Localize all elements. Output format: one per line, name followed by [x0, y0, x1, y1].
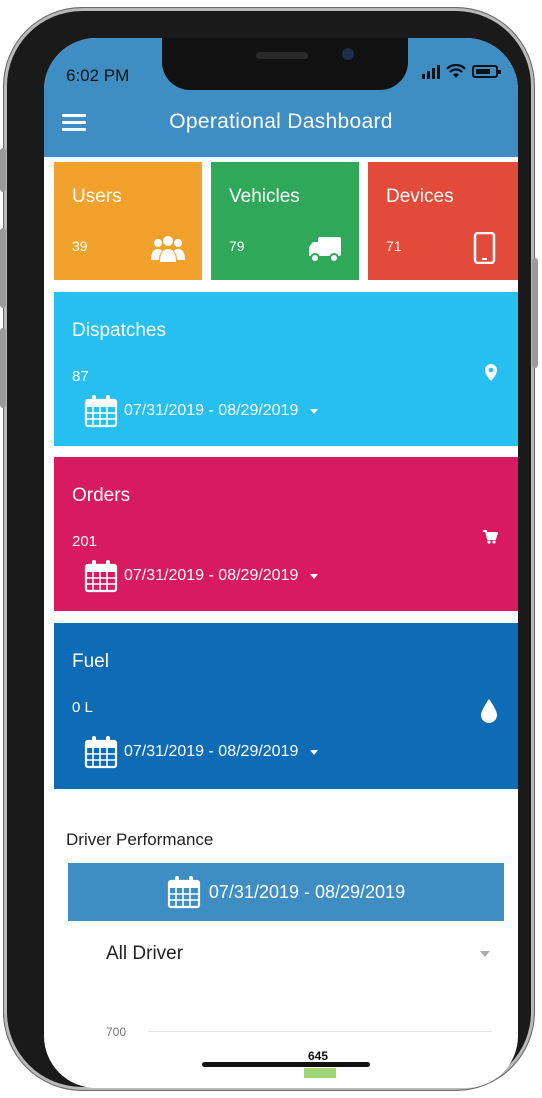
users-count: 39 [72, 238, 88, 254]
dispatches-count: 87 [72, 368, 89, 385]
devices-count: 71 [386, 238, 402, 254]
dispatches-date-picker[interactable]: 07/31/2019 - 08/29/2019 [84, 394, 319, 428]
fuel-amount: 0 L [72, 699, 93, 716]
status-icons [422, 64, 501, 79]
chevron-down-icon [310, 749, 319, 755]
devices-tile[interactable]: Devices 71 [368, 162, 518, 280]
app-header: 6:02 PM Operational Dashboard [44, 38, 518, 157]
vehicles-label: Vehicles [229, 186, 300, 207]
calendar-icon [84, 395, 118, 428]
dispatches-card[interactable]: Dispatches 87 07/31/2019 - 08/29/2019 [54, 292, 518, 446]
volume-up-button [0, 228, 6, 308]
users-label: Users [72, 186, 122, 207]
app-screen: 6:02 PM Operational Dashboard Users 39 V… [44, 38, 518, 1088]
cart-icon [483, 530, 498, 544]
orders-card[interactable]: Orders 201 07/31/2019 - 08/29/2019 [54, 457, 518, 611]
devices-label: Devices [386, 186, 454, 207]
speaker [256, 52, 308, 59]
chevron-down-icon [310, 408, 319, 414]
y-tick-label: 700 [106, 1025, 127, 1039]
notch [162, 38, 408, 90]
chart-bar [304, 1068, 336, 1078]
mute-switch [0, 148, 6, 192]
users-tile[interactable]: Users 39 [54, 162, 202, 280]
calendar-icon [84, 560, 118, 593]
status-time: 6:02 PM [66, 66, 130, 85]
battery-icon [472, 65, 501, 78]
driver-select[interactable]: All Driver [68, 934, 504, 974]
fuel-date-range: 07/31/2019 - 08/29/2019 [124, 743, 299, 760]
phone-frame: 6:02 PM Operational Dashboard Users 39 V… [0, 8, 538, 1090]
tablet-icon [473, 232, 496, 264]
driver-performance-date-range: 07/31/2019 - 08/29/2019 [208, 881, 406, 902]
fuel-date-picker[interactable]: 07/31/2019 - 08/29/2019 [84, 735, 319, 769]
fuel-label: Fuel [72, 651, 109, 672]
chevron-down-icon [480, 951, 490, 957]
vehicles-tile[interactable]: Vehicles 79 [211, 162, 359, 280]
volume-down-button [0, 328, 6, 408]
orders-count: 201 [72, 533, 98, 550]
map-pin-icon [485, 364, 497, 381]
home-indicator[interactable] [202, 1062, 370, 1067]
driver-performance-chart: 700 645 [68, 1013, 504, 1088]
orders-label: Orders [72, 485, 131, 506]
camera [342, 48, 354, 60]
driver-select-value: All Driver [106, 943, 184, 964]
fuel-card[interactable]: Fuel 0 L 07/31/2019 - 08/29/2019 [54, 623, 518, 789]
signal-icon [422, 64, 440, 79]
vehicles-count: 79 [229, 238, 245, 254]
drop-icon [481, 699, 497, 723]
calendar-icon [167, 876, 201, 909]
gridline [148, 1031, 492, 1032]
driver-performance-date-picker[interactable]: 07/31/2019 - 08/29/2019 [68, 863, 504, 921]
chevron-down-icon [310, 573, 319, 579]
truck-icon [309, 237, 341, 263]
calendar-icon [84, 736, 118, 769]
dispatches-date-range: 07/31/2019 - 08/29/2019 [124, 402, 299, 419]
users-icon [151, 236, 185, 262]
power-button [532, 258, 538, 368]
driver-performance-title: Driver Performance [66, 830, 214, 849]
orders-date-picker[interactable]: 07/31/2019 - 08/29/2019 [84, 559, 319, 593]
page-title: Operational Dashboard [169, 110, 393, 133]
dispatches-label: Dispatches [72, 320, 166, 341]
bar-data-label: 645 [308, 1049, 329, 1063]
orders-date-range: 07/31/2019 - 08/29/2019 [124, 567, 299, 584]
wifi-icon [446, 64, 466, 78]
